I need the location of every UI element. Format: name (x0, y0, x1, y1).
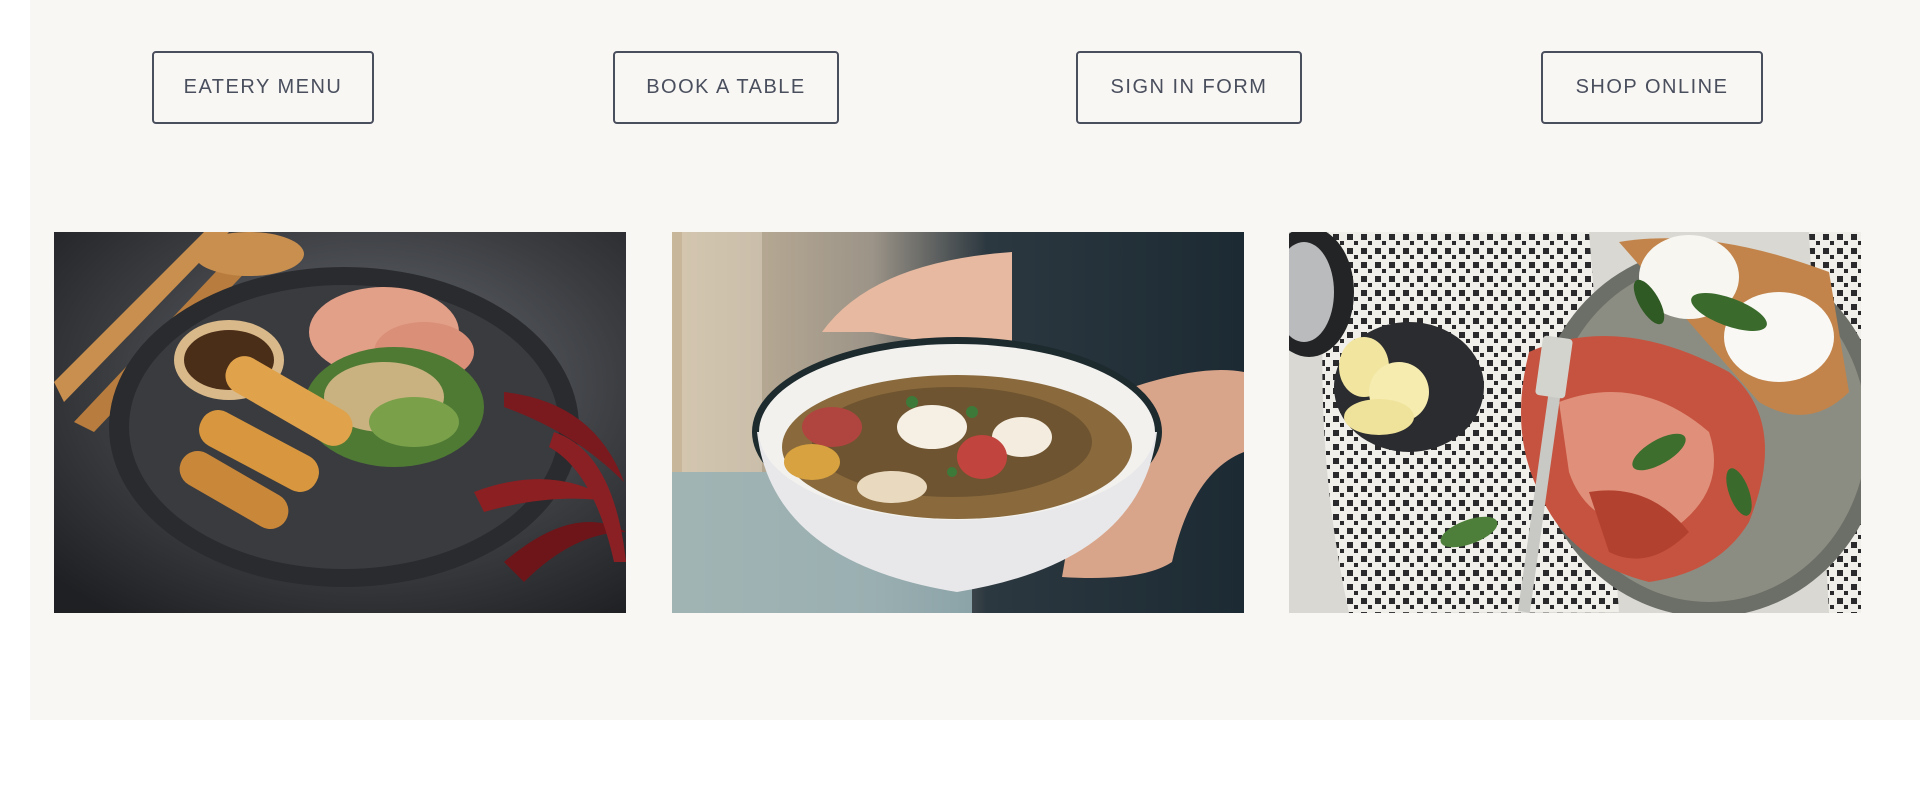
granola-bowl-photo (672, 232, 1244, 613)
book-table-button[interactable]: BOOK A TABLE (613, 51, 839, 124)
spring-rolls-salad-photo (54, 232, 626, 613)
eatery-menu-button[interactable]: EATERY MENU (152, 51, 374, 124)
sign-in-form-button[interactable]: SIGN IN FORM (1076, 51, 1302, 124)
shop-online-button[interactable]: SHOP ONLINE (1541, 51, 1763, 124)
bacon-eggs-breakfast-photo (1289, 232, 1861, 613)
